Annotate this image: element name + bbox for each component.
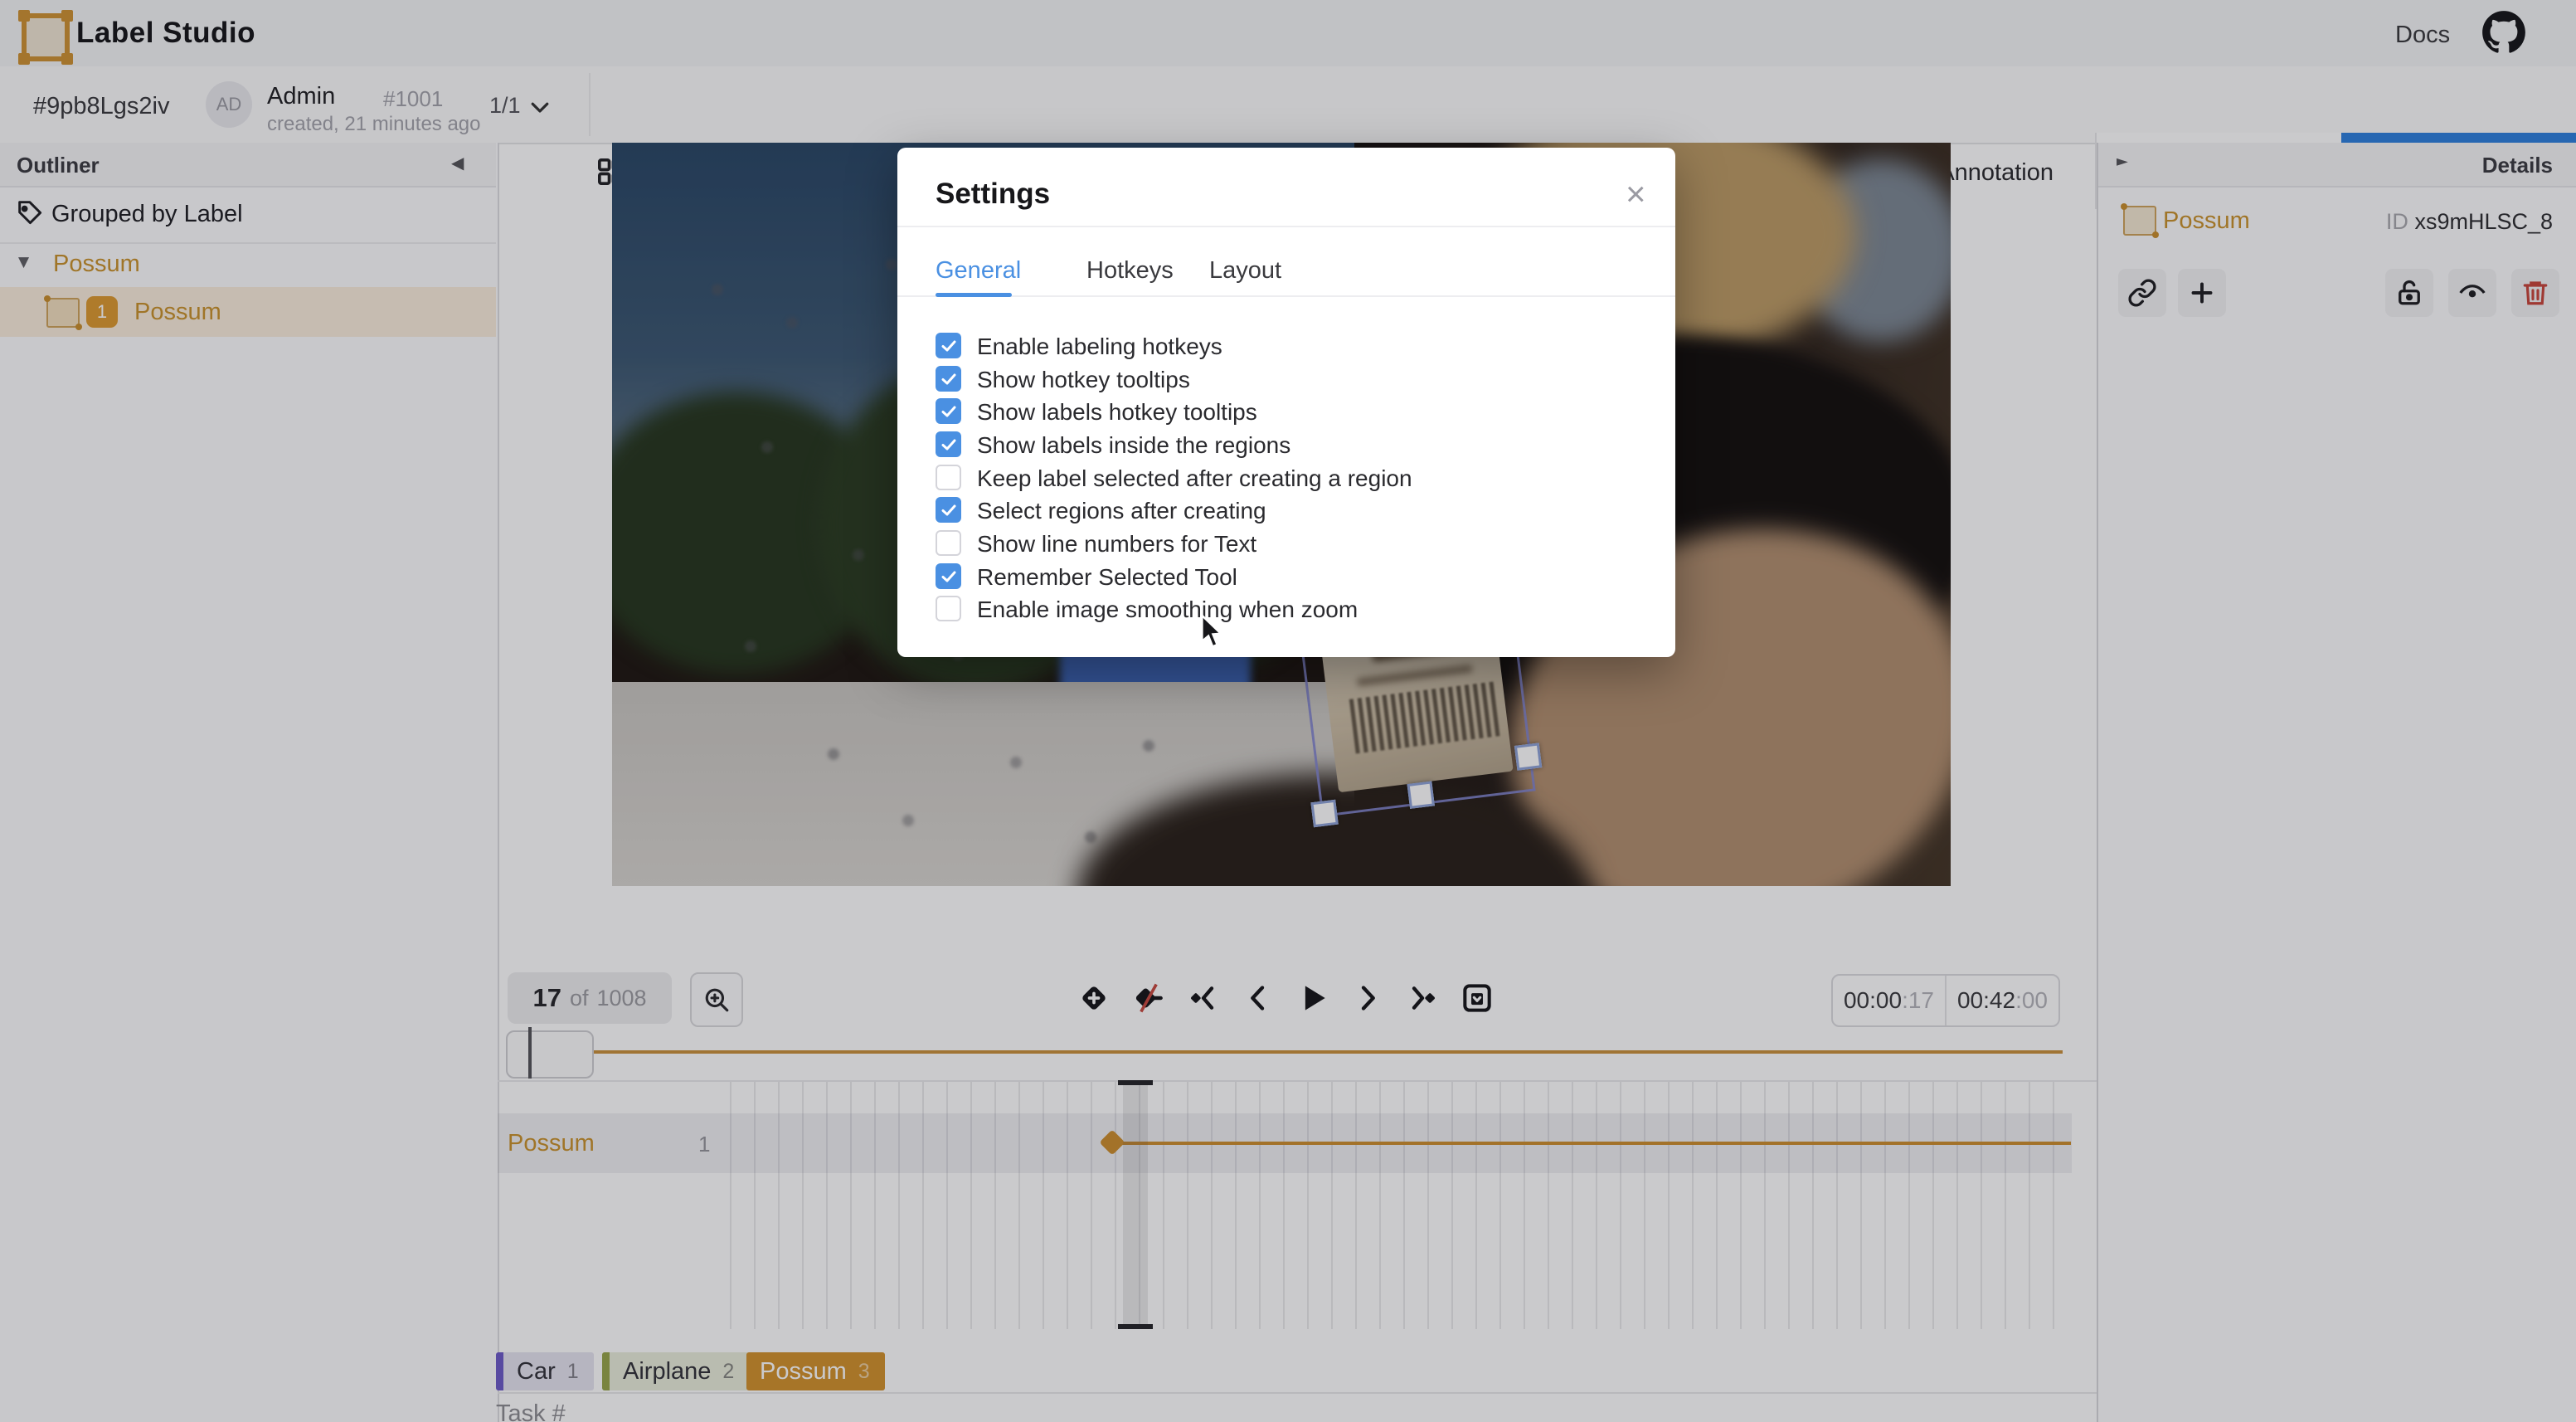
checkbox (936, 530, 961, 556)
label-studio-app: Label Studio Docs #9pb8Lgs2iv AD Admin #… (0, 0, 2576, 1422)
checkbox (936, 366, 961, 392)
tab-layout[interactable]: Layout (1209, 257, 1281, 285)
checkbox (936, 563, 961, 589)
option-label: Show labels inside the regions (977, 432, 1290, 459)
checkbox (936, 333, 961, 358)
settings-modal: Settings × General Hotkeys Layout Enable… (897, 148, 1675, 657)
option-label: Enable labeling hotkeys (977, 334, 1222, 360)
option-label: Show line numbers for Text (977, 531, 1256, 558)
option-label: Remember Selected Tool (977, 564, 1237, 591)
settings-option-row[interactable]: Show labels inside the regions (936, 431, 1640, 464)
active-tab-underline (936, 293, 1012, 297)
tab-general[interactable]: General (936, 257, 1021, 285)
settings-option-row[interactable]: Show labels hotkey tooltips (936, 397, 1640, 431)
settings-modal-title: Settings (936, 178, 1050, 211)
option-label: Keep label selected after creating a reg… (977, 465, 1412, 492)
mouse-cursor (1199, 614, 1229, 650)
checkbox (936, 465, 961, 490)
checkbox (936, 596, 961, 621)
checkbox (936, 497, 961, 523)
settings-option-row[interactable]: Show line numbers for Text (936, 529, 1640, 562)
checkbox (936, 398, 961, 424)
settings-option-row[interactable]: Remember Selected Tool (936, 562, 1640, 596)
option-label: Enable image smoothing when zoom (977, 597, 1358, 623)
settings-option-row[interactable]: Enable labeling hotkeys (936, 332, 1640, 365)
settings-option-row[interactable]: Show hotkey tooltips (936, 365, 1640, 398)
option-label: Select regions after creating (977, 498, 1266, 524)
divider (897, 226, 1675, 227)
option-label: Show hotkey tooltips (977, 367, 1190, 393)
tab-hotkeys[interactable]: Hotkeys (1086, 257, 1174, 285)
checkbox (936, 431, 961, 457)
option-label: Show labels hotkey tooltips (977, 399, 1257, 426)
settings-option-row[interactable]: Keep label selected after creating a reg… (936, 464, 1640, 497)
divider (897, 295, 1675, 297)
settings-option-row[interactable]: Select regions after creating (936, 496, 1640, 529)
settings-option-row[interactable]: Enable image smoothing when zoom (936, 595, 1640, 628)
close-icon[interactable]: × (1626, 174, 1646, 214)
